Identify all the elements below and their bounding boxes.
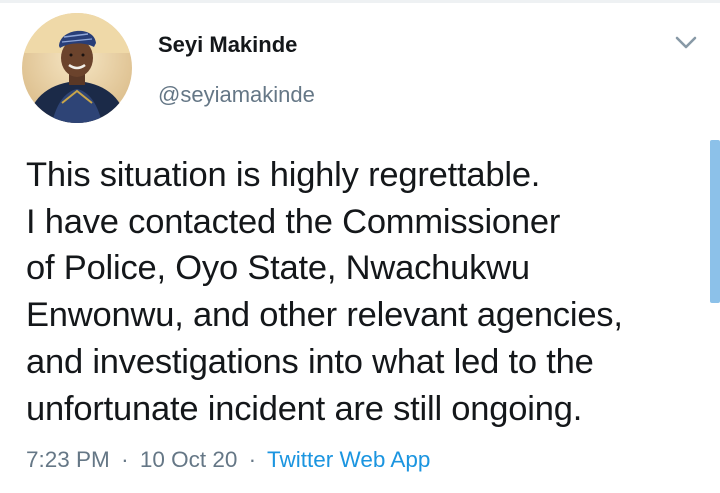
tweet-source-link[interactable]: Twitter Web App xyxy=(267,447,430,472)
tweet-line: I have contacted the Commissioner xyxy=(26,202,561,241)
author-display-name[interactable]: Seyi Makinde xyxy=(158,32,297,58)
tweet-line: Enwonwu, and other relevant agencies, xyxy=(26,296,623,335)
tweet-time[interactable]: 7:23 PM xyxy=(26,447,110,472)
meta-separator: · xyxy=(248,447,257,472)
tweet-line: unfortunate incident are still ongoing. xyxy=(26,389,583,428)
tweet-text: This situation is highly regrettable. I … xyxy=(26,152,696,432)
avatar-image xyxy=(22,13,132,123)
scrollbar[interactable] xyxy=(710,140,720,303)
tweet-meta: 7:23 PM · 10 Oct 20 · Twitter Web App xyxy=(26,447,430,473)
tweet-line: and investigations into what led to the xyxy=(26,342,594,381)
tweet-line: of Police, Oyo State, Nwachukwu xyxy=(26,249,530,288)
tweet-date[interactable]: 10 Oct 20 xyxy=(140,447,238,472)
tweet-line: This situation is highly regrettable. xyxy=(26,156,541,194)
top-divider xyxy=(0,0,720,3)
tweet-card: Seyi Makinde @seyiamakinde This situatio… xyxy=(0,0,720,493)
avatar[interactable] xyxy=(22,13,132,123)
meta-separator: · xyxy=(121,447,129,472)
author-handle[interactable]: @seyiamakinde xyxy=(158,82,315,108)
chevron-down-icon[interactable] xyxy=(672,32,700,54)
